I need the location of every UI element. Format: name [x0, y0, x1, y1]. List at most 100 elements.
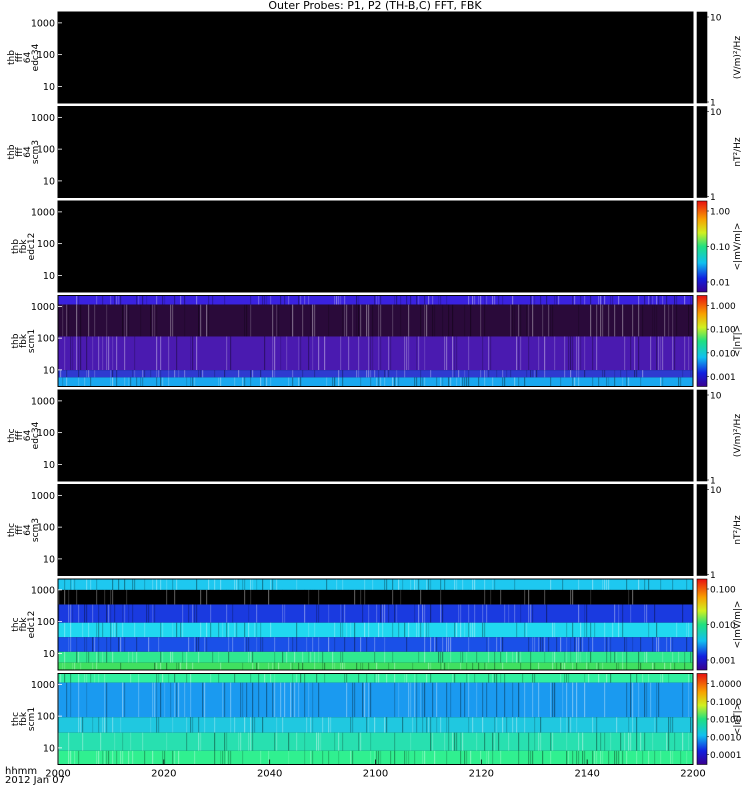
stripe: [440, 662, 442, 670]
stripe: [76, 336, 78, 371]
stripe: [392, 651, 394, 663]
stripe: [526, 370, 528, 378]
stripe: [372, 589, 374, 605]
stripe: [346, 622, 348, 638]
stripe: [424, 336, 426, 371]
stripe: [174, 370, 176, 378]
stripe: [400, 589, 402, 605]
stripe: [534, 637, 536, 652]
stripe: [386, 589, 388, 605]
stripe: [374, 295, 376, 305]
stripe: [602, 750, 604, 765]
stripe: [74, 750, 76, 765]
stripe: [212, 295, 214, 305]
stripe: [572, 295, 574, 305]
stripe: [112, 370, 114, 378]
stripe: [78, 604, 80, 623]
stripe: [608, 637, 610, 652]
stripe: [258, 673, 260, 683]
stripe: [514, 304, 516, 337]
panel-plot-area: [58, 12, 693, 103]
stripe: [376, 673, 378, 683]
stripe: [364, 589, 366, 605]
panel-plot-area: [58, 484, 693, 576]
stripe: [322, 717, 324, 733]
stripe: [162, 750, 164, 765]
stripe: [110, 589, 112, 605]
stripe: [446, 682, 448, 718]
stripe: [144, 750, 146, 765]
stripe: [312, 304, 314, 337]
stripe: [430, 637, 432, 652]
stripe: [506, 370, 508, 378]
stripe: [498, 295, 500, 305]
stripe: [616, 651, 618, 663]
stripe: [380, 304, 382, 337]
stripe: [562, 682, 564, 718]
stripe: [70, 604, 72, 623]
stripe: [156, 717, 158, 733]
stripe: [424, 295, 426, 305]
stripe: [256, 604, 258, 623]
stripe: [102, 589, 104, 605]
stripe: [584, 295, 586, 305]
spectrogram-band: [58, 589, 693, 605]
stripe: [266, 377, 268, 387]
stripe: [270, 622, 272, 638]
colorbar: [696, 578, 708, 671]
stripe: [220, 377, 222, 387]
stripe: [70, 637, 72, 652]
stripe: [196, 604, 198, 623]
stripe: [384, 377, 386, 387]
stripe: [666, 295, 668, 305]
stripe: [340, 622, 342, 638]
stripe: [408, 622, 410, 638]
stripe: [194, 377, 196, 387]
stripe: [482, 336, 484, 371]
stripe: [582, 732, 584, 751]
stripe: [656, 717, 658, 733]
stripe: [348, 336, 350, 371]
stripe: [538, 662, 540, 670]
stripe: [468, 604, 470, 623]
stripe: [416, 682, 418, 718]
stripe: [456, 336, 458, 371]
stripe: [668, 717, 670, 733]
stripe: [86, 336, 88, 371]
stripe: [454, 673, 456, 683]
stripe: [650, 295, 652, 305]
stripe: [524, 717, 526, 733]
stripe: [690, 673, 692, 683]
stripe: [342, 732, 344, 751]
stripe: [186, 377, 188, 387]
stripe: [352, 717, 354, 733]
stripe: [602, 370, 604, 378]
stripe: [548, 637, 550, 652]
stripe: [468, 637, 470, 652]
stripe: [518, 377, 520, 387]
colorbar-label: (V/m)²/Hz: [733, 36, 743, 79]
stripe: [686, 622, 688, 638]
stripe: [208, 304, 210, 337]
stripe: [250, 579, 252, 590]
stripe: [304, 589, 306, 605]
stripe: [198, 651, 200, 663]
stripe: [654, 604, 656, 623]
stripe: [68, 637, 70, 652]
ylabel-line: scm1: [27, 707, 37, 731]
stripe: [364, 682, 366, 718]
stripe: [294, 682, 296, 718]
stripe: [540, 637, 542, 652]
stripe: [494, 651, 496, 663]
stripe: [472, 622, 474, 638]
stripe: [78, 717, 80, 733]
stripe: [304, 682, 306, 718]
stripe: [356, 304, 358, 337]
stripe: [112, 750, 114, 765]
stripe: [276, 732, 278, 751]
stripe: [550, 750, 552, 765]
stripe: [670, 637, 672, 652]
stripe: [180, 622, 182, 638]
panel-ylabel: thcfff64edc34: [7, 421, 41, 449]
time-date-label: 2012 Jan 07: [5, 775, 65, 786]
